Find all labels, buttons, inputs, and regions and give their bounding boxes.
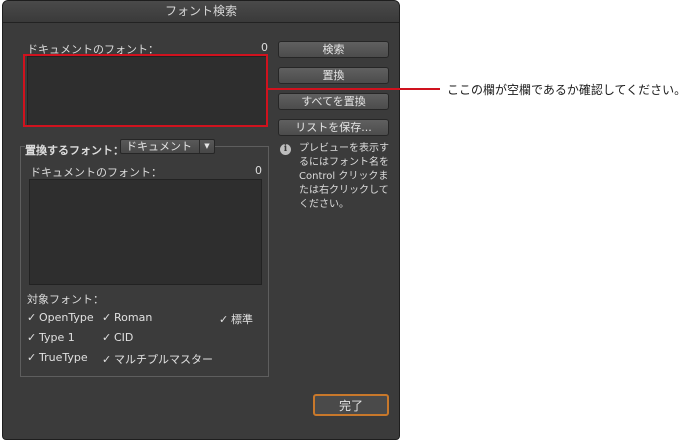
checkbox-truetype-label: TrueType: [39, 351, 88, 364]
checkbox-type1-label: Type 1: [39, 331, 75, 344]
check-icon: ✓: [102, 311, 112, 324]
checkbox-opentype-label: OpenType: [39, 311, 94, 324]
callout-line: [268, 88, 440, 90]
find-button[interactable]: 検索: [278, 41, 389, 58]
checkbox-multiple-master-label: マルチプルマスター: [114, 353, 213, 366]
check-icon: ✓: [102, 331, 112, 344]
replace-button[interactable]: 置換: [278, 67, 389, 84]
replace-all-button[interactable]: すべてを置換: [278, 93, 389, 110]
replace-font-label: 置換するフォント：: [25, 144, 124, 157]
chevron-down-icon: ▼: [199, 140, 214, 153]
replace-fonts-list[interactable]: [29, 179, 262, 285]
replace-list-label: ドキュメントのフォント：: [30, 166, 162, 179]
check-icon: ✓: [219, 313, 229, 326]
checkbox-multiple-master[interactable]: ✓ マルチプルマスター: [102, 351, 213, 367]
preview-info-text: プレビューを表示するにはフォント名をControl クリックまたは右クリックして…: [299, 143, 389, 210]
checkbox-opentype[interactable]: ✓ OpenType: [27, 311, 94, 324]
empty-list-highlight: [23, 54, 268, 127]
checkbox-roman-label: Roman: [114, 311, 153, 324]
check-icon: ✓: [27, 311, 37, 324]
done-button[interactable]: 完了: [313, 394, 389, 416]
check-icon: ✓: [102, 353, 112, 366]
checkbox-type1[interactable]: ✓ Type 1: [27, 331, 75, 344]
document-fonts-count: 0: [261, 41, 268, 54]
replace-list-count: 0: [255, 164, 262, 177]
info-icon: i: [280, 144, 291, 155]
target-fonts-label: 対象フォント：: [27, 293, 104, 306]
checkbox-cid-label: CID: [114, 331, 134, 344]
checkbox-truetype[interactable]: ✓ TrueType: [27, 351, 88, 364]
check-icon: ✓: [27, 331, 37, 344]
checkbox-standard[interactable]: ✓ 標準: [219, 311, 253, 327]
callout-text: ここの欄が空欄であるか確認してください。: [447, 83, 687, 97]
dialog-title: フォント検索: [3, 1, 399, 23]
replace-font-dropdown[interactable]: ドキュメント ▼: [120, 139, 215, 154]
checkbox-cid[interactable]: ✓ CID: [102, 331, 133, 344]
checkbox-standard-label: 標準: [231, 313, 253, 326]
replace-font-dropdown-value: ドキュメント: [126, 140, 192, 153]
save-list-button[interactable]: リストを保存...: [278, 119, 389, 136]
check-icon: ✓: [27, 351, 37, 364]
checkbox-roman[interactable]: ✓ Roman: [102, 311, 152, 324]
replace-font-legend: 置換するフォント：: [25, 139, 128, 158]
